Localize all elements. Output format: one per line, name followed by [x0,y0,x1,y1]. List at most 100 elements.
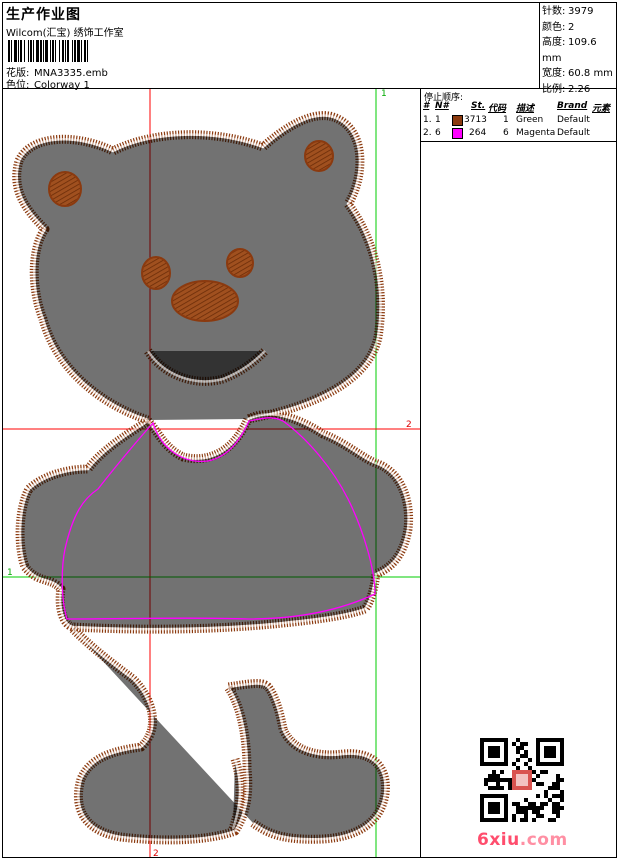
barcode-bar [11,40,12,62]
qr-module [536,750,540,754]
qr-module [480,810,484,814]
qr-module [512,782,516,786]
qr-module [524,782,528,786]
qr-module [516,774,520,778]
qr-module [504,750,508,754]
qr-module [520,742,524,746]
qr-module [524,750,528,754]
qr-module [496,762,500,766]
qr-module [552,786,556,790]
qr-module [488,806,492,810]
barcode-bar [43,40,44,62]
qr-module [520,810,524,814]
qr-module [544,794,548,798]
qr-module [560,754,564,758]
qr-module [496,806,500,810]
qr-module [516,810,520,814]
qr-module [480,814,484,818]
qr-module [500,794,504,798]
qr-module [500,770,504,774]
qr-module [480,806,484,810]
barcode-icon [8,40,88,62]
qr-module [524,818,528,822]
qr-module [512,802,516,806]
stat-stitches: 针数: 3979 [542,6,594,17]
qr-module [532,806,536,810]
barcode-bar [24,40,25,62]
header-info: 生产作业图 Wilcom(汇宝) 绣饰工作室 花版: MNA3335.emb 色位… [6,4,536,91]
qr-module [552,818,556,822]
qr-module [492,750,496,754]
qr-module [496,794,500,798]
qr-module [500,738,504,742]
qr-module [560,806,564,810]
qr-module [536,810,540,814]
qr-module [480,754,484,758]
qr-module [536,794,540,798]
qr-module [484,782,488,786]
barcode-bar [20,40,22,62]
qr-module [540,802,544,806]
qr-module [496,774,500,778]
qr-module [532,810,536,814]
qr-module [488,774,492,778]
qr-module [536,754,540,758]
barcode-bar [8,40,10,62]
qr-module [512,814,516,818]
qr-code-icon [480,738,564,822]
qr-module [556,794,560,798]
barcode-bar [59,40,60,62]
qr-module [516,770,520,774]
barcode-bar [45,40,48,62]
qr-module [532,802,536,806]
qr-module [488,762,492,766]
barcode-bar [62,40,64,62]
sequence-row: 1. 1 3713 1 Green Default [423,115,590,126]
qr-module [488,750,492,754]
barcode-bar [52,40,54,62]
qr-module [556,814,560,818]
qr-module [556,782,560,786]
qr-module [540,806,544,810]
qr-module [492,802,496,806]
qr-module [512,786,516,790]
qr-module [556,738,560,742]
qr-module [504,742,508,746]
qr-module [536,746,540,750]
qr-module [528,758,532,762]
qr-module [492,818,496,822]
page-title: 生产作业图 [6,7,81,23]
qr-module [528,802,532,806]
qr-module [492,770,496,774]
guide-h-green-label: 1 [7,568,13,578]
qr-module [512,762,516,766]
qr-module [524,774,528,778]
guide-h-red-label: 2 [406,420,412,430]
qr-module [480,746,484,750]
qr-module [544,750,548,754]
qr-module [484,778,488,782]
qr-module [524,754,528,758]
qr-module [528,766,532,770]
qr-module [552,762,556,766]
qr-module [484,794,488,798]
qr-module [488,746,492,750]
qr-module [552,782,556,786]
col-index: # [423,101,430,111]
qr-module [492,754,496,758]
qr-module [512,774,516,778]
qr-module [496,802,500,806]
col-stitches: St. [471,101,486,111]
qr-module [504,814,508,818]
qr-module [524,806,528,810]
barcode-bar [84,40,86,62]
qr-module [492,794,496,798]
qr-module [548,754,552,758]
qr-module [500,778,504,782]
qr-module [532,778,536,782]
qr-module [552,754,556,758]
qr-module [516,806,520,810]
qr-module [492,786,496,790]
qr-module [552,794,556,798]
qr-module [488,802,492,806]
